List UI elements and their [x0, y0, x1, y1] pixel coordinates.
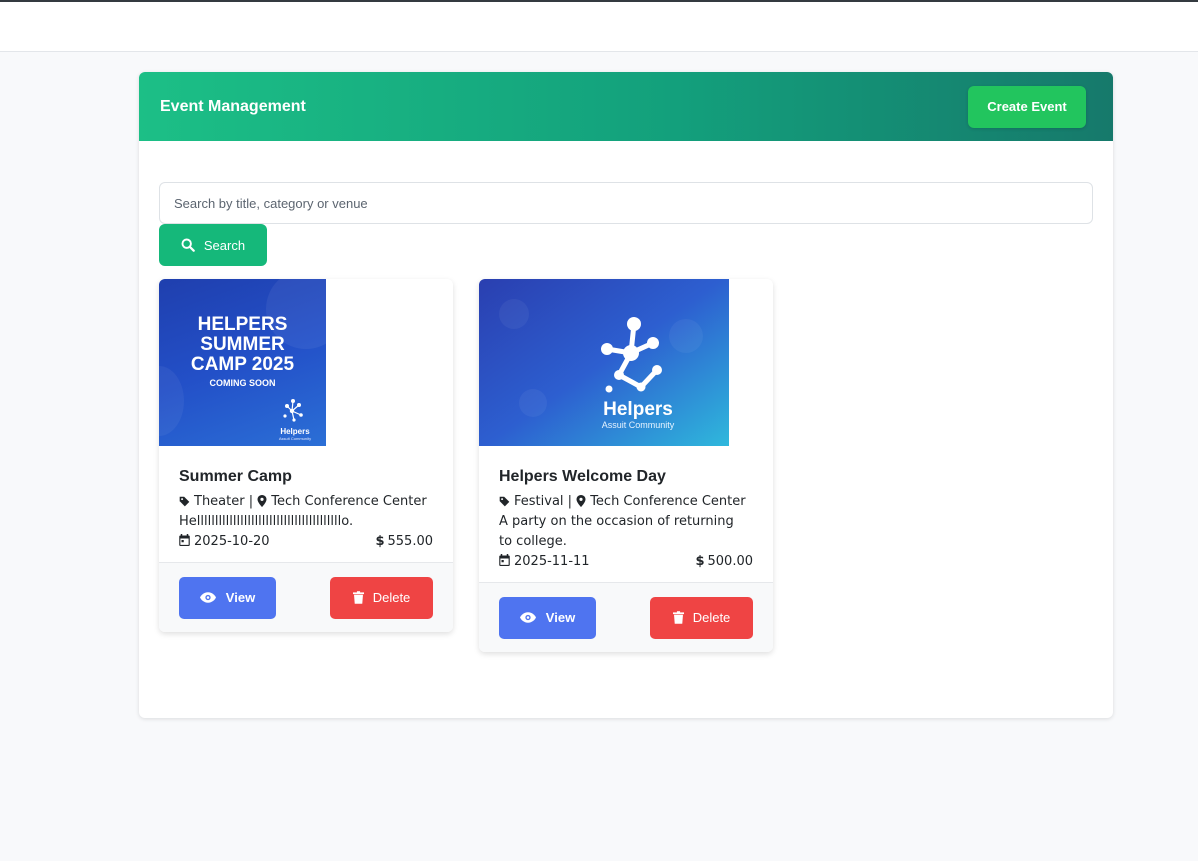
create-event-button[interactable]: Create Event [968, 85, 1086, 128]
event-venue: Tech Conference Center [590, 494, 746, 509]
poster-brand-sub: Assuit Community [278, 436, 312, 441]
tag-icon [179, 496, 190, 507]
poster-heading-2: SUMMER [200, 334, 285, 355]
eye-icon [199, 592, 216, 603]
poster-heading-1: HELPERS [197, 314, 288, 335]
event-date-price: 2025-10-20 $555.00 [179, 532, 433, 552]
event-venue: Tech Conference Center [271, 494, 427, 509]
event-category: Theater [194, 494, 245, 509]
poster-brand: Helpers [603, 399, 673, 420]
dollar-icon: $ [695, 554, 705, 569]
event-meta: Festival | Tech Conference Center [499, 492, 753, 512]
event-description: A party on the occasion of returning to … [499, 514, 734, 549]
view-button[interactable]: View [499, 596, 596, 639]
event-date: 2025-11-11 [514, 554, 590, 569]
event-card: Helpers Assuit Community Helpers Welcome… [479, 279, 773, 652]
eye-icon [519, 612, 536, 623]
tag-icon [499, 496, 510, 507]
welcome-day-poster: Helpers Assuit Community [479, 279, 729, 446]
event-price: 555.00 [387, 534, 434, 549]
card-body: Helpers Welcome Day Festival | Tech Conf… [479, 446, 773, 572]
card-footer: View Delete [479, 582, 773, 652]
summer-camp-poster: HELPERS SUMMER CAMP 2025 COMING SOON Hel… [159, 279, 346, 446]
event-title: Helpers Welcome Day [499, 468, 666, 485]
view-button-label: View [545, 610, 576, 625]
search-button-label: Search [203, 237, 246, 253]
page-title: Event Management [160, 97, 306, 115]
search-input[interactable] [159, 182, 1093, 224]
delete-button[interactable]: Delete [650, 596, 753, 639]
trash-icon [672, 611, 684, 624]
search-icon [181, 238, 195, 252]
poster-tagline: COMING SOON [209, 378, 276, 388]
poster-heading-3: CAMP 2025 [190, 354, 295, 375]
delete-button[interactable]: Delete [330, 576, 433, 619]
poster-brand-sub: Assuit Community [601, 420, 675, 430]
dollar-icon: $ [375, 534, 385, 549]
event-category: Festival [514, 494, 564, 509]
delete-button-label: Delete [692, 610, 731, 625]
event-image[interactable]: HELPERS SUMMER CAMP 2025 COMING SOON Hel… [159, 279, 453, 446]
helpers-logo-icon [601, 317, 662, 393]
event-date-price: 2025-11-11 $500.00 [499, 552, 753, 572]
event-image[interactable]: Helpers Assuit Community [479, 279, 773, 446]
poster-brand: Helpers [280, 427, 310, 436]
map-pin-icon [257, 495, 267, 507]
trash-icon [352, 591, 364, 604]
event-date: 2025-10-20 [194, 534, 270, 549]
event-title: Summer Camp [179, 468, 292, 485]
event-description: Hellllllllllllllllllllllllllllllllllllll… [179, 514, 354, 529]
view-button[interactable]: View [179, 576, 276, 619]
helpers-logo-icon [283, 399, 303, 422]
calendar-icon [499, 554, 510, 566]
card-footer: View Delete [159, 562, 453, 632]
event-meta: Theater | Tech Conference Center [179, 492, 433, 512]
map-pin-icon [576, 495, 586, 507]
view-button-label: View [225, 590, 256, 605]
calendar-icon [179, 534, 190, 546]
panel-header: Event Management Create Event [139, 72, 1113, 141]
event-price: 500.00 [707, 554, 754, 569]
card-body: Summer Camp Theater | Tech Conference Ce… [159, 446, 453, 552]
delete-button-label: Delete [372, 590, 411, 605]
event-card: HELPERS SUMMER CAMP 2025 COMING SOON Hel… [159, 279, 453, 632]
search-button[interactable]: Search [159, 224, 267, 266]
event-management-panel: Event Management Create Event Search HEL… [139, 72, 1113, 718]
top-navbar [0, 0, 1198, 52]
